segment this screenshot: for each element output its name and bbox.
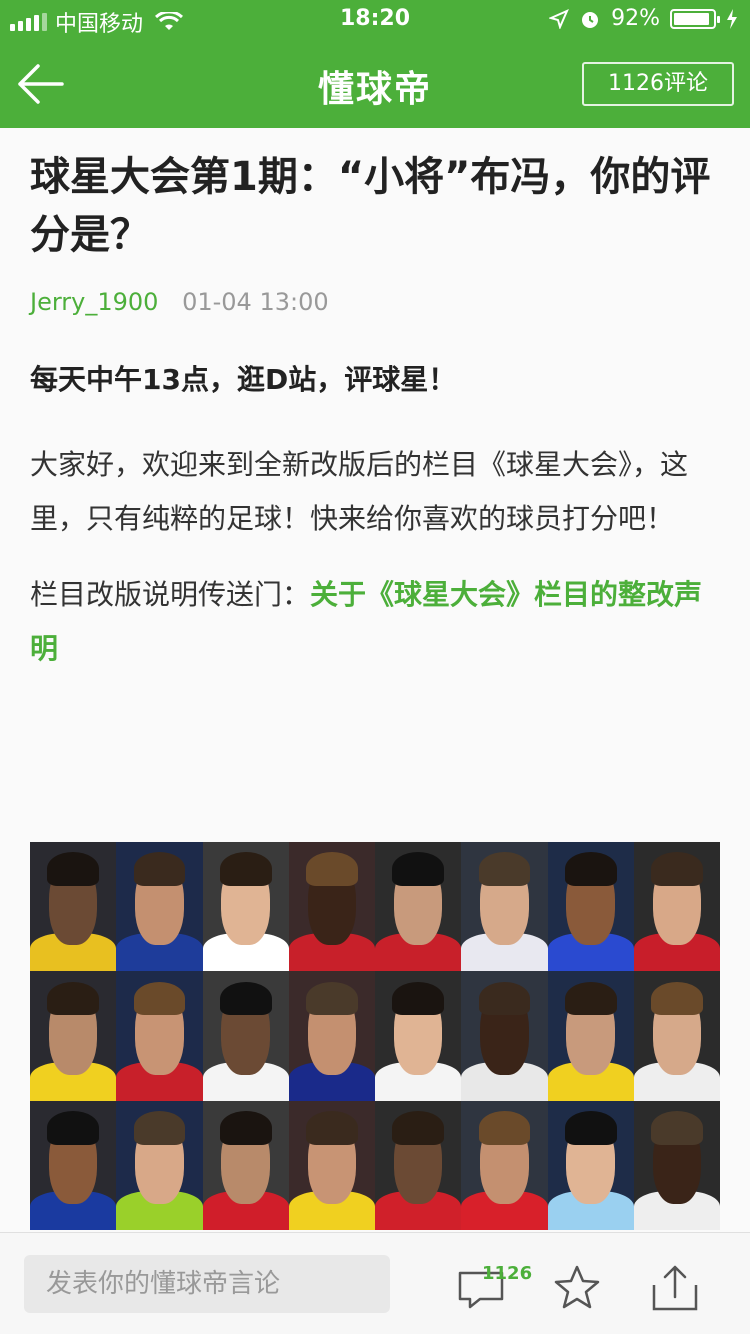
player-photo <box>375 1100 462 1230</box>
article-lead: 每天中午13点，逛D站，评球星！ <box>30 363 457 396</box>
article-meta: Jerry_1900 01-04 13:00 <box>30 288 720 316</box>
article: 球星大会第1期：“小将”布冯，你的评分是？ Jerry_1900 01-04 1… <box>30 128 720 676</box>
nav-bar: 懂球帝 1126评论 <box>0 40 750 128</box>
comment-count-button[interactable]: 1126评论 <box>582 62 734 106</box>
player-photo <box>547 1100 634 1230</box>
link-prefix: 栏目改版说明传送门： <box>30 578 311 611</box>
player-photo <box>202 842 289 972</box>
author-name[interactable]: Jerry_1900 <box>30 288 158 316</box>
player-photo <box>288 842 375 972</box>
top-bar: 中国移动 18:20 92% 懂球帝 1126评论 <box>0 0 750 128</box>
player-photo-grid[interactable] <box>30 842 720 1230</box>
player-photo <box>461 971 548 1101</box>
comment-count-badge: 1126 <box>482 1263 533 1284</box>
player-photo <box>30 1100 117 1230</box>
player-photo <box>116 842 203 972</box>
battery-percent: 92% <box>611 6 660 31</box>
player-photo <box>202 971 289 1101</box>
share-icon[interactable] <box>650 1263 700 1313</box>
player-photo <box>633 1100 720 1230</box>
player-photo <box>116 971 203 1101</box>
article-paragraph: 大家好，欢迎来到全新改版后的栏目《球星大会》，这里，只有纯粹的足球！快来给你喜欢… <box>30 448 689 535</box>
player-photo <box>633 842 720 972</box>
player-photo <box>30 971 117 1101</box>
charging-icon <box>727 8 737 29</box>
article-link-paragraph: 栏目改版说明传送门：关于《球星大会》栏目的整改声明 <box>30 568 720 676</box>
player-photo <box>375 971 462 1101</box>
player-photo <box>30 842 117 972</box>
alarm-icon <box>582 11 599 28</box>
location-icon <box>549 8 570 29</box>
player-photo <box>116 1100 203 1230</box>
player-photo <box>202 1100 289 1230</box>
battery-icon <box>670 8 720 29</box>
player-photo <box>288 1100 375 1230</box>
player-photo <box>633 971 720 1101</box>
bottom-bar: 1126 <box>0 1232 750 1334</box>
player-photo <box>288 971 375 1101</box>
comment-input[interactable] <box>24 1255 390 1313</box>
player-photo <box>461 1100 548 1230</box>
status-bar: 中国移动 18:20 92% <box>0 0 750 40</box>
article-title: 球星大会第1期：“小将”布冯，你的评分是？ <box>30 154 711 258</box>
player-photo <box>547 842 634 972</box>
player-photo <box>461 842 548 972</box>
star-icon[interactable] <box>552 1263 602 1313</box>
publish-date: 01-04 13:00 <box>182 288 329 316</box>
player-photo <box>547 971 634 1101</box>
player-photo <box>375 842 462 972</box>
